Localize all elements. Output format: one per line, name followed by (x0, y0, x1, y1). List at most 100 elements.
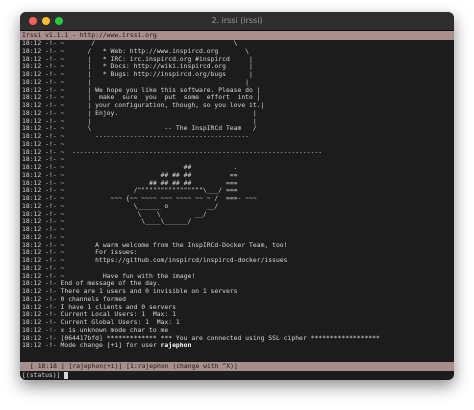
log-prefix: -!- (45, 319, 57, 326)
title-bar: 2. irssi (irssi) (20, 12, 454, 31)
log-message: ~ \______ o __/ (56, 202, 219, 210)
log-line: 18:12 -!- ~ https://github.com/inspircd/… (22, 257, 454, 265)
log-timestamp: 18:12 (22, 148, 42, 156)
log-timestamp: 18:12 (22, 171, 42, 179)
log-timestamp: 18:12 (22, 342, 42, 350)
log-message: ~ | * IRC: irc.inspircd.org #inspircd | (56, 55, 253, 63)
log-line: 18:12 -!- ~ ## ## ## ## === (22, 180, 454, 188)
log-message: ~ | Enjoy. | (56, 109, 257, 117)
log-prefix: -!- (45, 94, 57, 102)
log-line: 18:12 -!- ~ | * Docs: http://wiki.inspir… (22, 63, 454, 71)
log-prefix: -!- (45, 187, 57, 195)
log-message: ~ \ \ __/ (56, 210, 207, 218)
log-message: ~ | | (56, 117, 257, 125)
log-message: ~ --------------------------------------… (56, 148, 323, 156)
log-line: 18:12 -!- [064417bfd] ************* *** … (22, 335, 454, 343)
log-timestamp: 18:12 (22, 94, 42, 102)
log-line: 18:12 -!- ~ | make sure you put some eff… (22, 94, 454, 102)
nickname: rajephon (160, 342, 192, 350)
log-line: 18:12 -!- ~ | | (22, 79, 454, 87)
log-message: End of message of the day. (56, 280, 161, 288)
log-prefix: -!- (45, 295, 57, 303)
log-line: 18:12 -!- ~ ----------------------------… (22, 149, 454, 157)
log-prefix: -!- (45, 218, 57, 226)
log-line: 18:12 -!- ~ For issues: (22, 249, 454, 257)
log-message: 0 channels formed (56, 295, 126, 303)
log-timestamp: 18:12 (22, 109, 42, 117)
log-message: ~ (56, 226, 65, 233)
log-prefix: -!- (45, 47, 57, 55)
log-timestamp: 18:12 (22, 156, 42, 164)
log-line: 18:12 -!- I have 1 clients and 0 servers (22, 304, 454, 312)
log-line: 18:12 -!- ~ (22, 234, 454, 242)
log-prefix: -!- (45, 342, 57, 350)
log-prefix: -!- (45, 40, 57, 47)
log-message: ~ / * Web: http://www.inspircd.org \ (56, 47, 250, 55)
log-timestamp: 18:12 (22, 40, 42, 47)
message-log: 18:12 -!- ~ / \ 18:12 -!- ~ / * Web: http… (20, 40, 454, 350)
log-line: 18:12 -!- ~ \____\______/ (22, 218, 454, 226)
input-prompt: [(status)] (22, 371, 65, 379)
log-prefix: -!- (45, 210, 57, 218)
log-prefix: -!- (45, 148, 57, 156)
log-prefix: -!- (45, 249, 57, 257)
log-line: 18:12 -!- ~ \ -- The InspIRCd Team / (22, 125, 454, 133)
log-prefix: -!- (45, 71, 57, 78)
input-line[interactable]: [(status)] (20, 371, 454, 380)
terminal-content[interactable]: Irssi v1.1.1 - http://www.irssi.org 18:1… (20, 31, 454, 380)
log-prefix: -!- (45, 102, 57, 109)
log-message: x is unknown mode char to me (56, 326, 169, 334)
log-timestamp: 18:12 (22, 78, 42, 86)
log-message: ~ | * Docs: http://wiki.inspircd.org | (56, 63, 253, 71)
log-prefix: -!- (45, 164, 57, 171)
log-message: ~ ## ## ## == (56, 171, 238, 179)
log-line: 18:12 -!- ~ ## . (22, 164, 454, 172)
log-prefix: -!- (45, 326, 57, 334)
log-line: 18:12 -!- ~ (22, 156, 454, 164)
log-timestamp: 18:12 (22, 63, 42, 71)
log-message: ~ \ -- The InspIRCd Team / (56, 125, 257, 133)
log-message: ~ | make sure you put some effort into | (56, 94, 261, 102)
log-timestamp: 18:12 (22, 226, 42, 233)
log-prefix: -!- (45, 241, 57, 249)
log-timestamp: 18:12 (22, 133, 42, 140)
log-prefix: -!- (45, 195, 57, 202)
log-timestamp: 18:12 (22, 140, 42, 148)
log-message: ~ | We hope you like this software. Plea… (56, 86, 261, 94)
log-timestamp: 18:12 (22, 187, 42, 195)
log-prefix: -!- (45, 303, 57, 311)
log-line: 18:12 -!- There are 1 users and 0 invisi… (22, 288, 454, 296)
log-timestamp: 18:12 (22, 102, 42, 109)
log-line: 18:12 -!- ~ / \ (22, 40, 454, 48)
log-prefix: -!- (45, 125, 57, 133)
log-line: 18:12 -!- ~ \ \ __/ (22, 211, 454, 219)
log-line: 18:12 -!- Current Global Users: 1 Max: 1 (22, 319, 454, 327)
log-message: Current Local Users: 1 Max: 1 (56, 311, 176, 319)
log-message: ~ | your configuration, though, so you l… (56, 102, 265, 109)
log-prefix: -!- (45, 179, 57, 187)
log-prefix: -!- (45, 334, 57, 342)
log-message: ~ A warm welcome from the InspIRCd-Docke… (56, 241, 288, 249)
log-prefix: -!- (45, 63, 57, 71)
log-message: ~ | | (56, 78, 250, 86)
log-prefix: -!- (45, 288, 57, 295)
log-message: There are 1 users and 0 invisible on 1 s… (56, 288, 238, 295)
log-message: Current Global Users: 1 Max: 1 (56, 319, 180, 326)
log-line: 18:12 -!- ~ Have fun with the image! (22, 273, 454, 281)
log-prefix: -!- (45, 171, 57, 179)
log-message: ~ ~~~ {~~ ~~~~ ~~~ ~~~~ ~~ ~ / ===- ~~~ (56, 195, 257, 202)
log-timestamp: 18:12 (22, 125, 42, 133)
log-message: ~ For issues: (56, 249, 138, 257)
log-message: ~ / \ (56, 40, 238, 47)
log-message: ~ https://github.com/inspircd/inspircd-d… (56, 257, 288, 264)
log-prefix: -!- (45, 117, 57, 125)
log-message: Mode change [+i] for user (56, 342, 161, 350)
log-timestamp: 18:12 (22, 179, 42, 187)
log-line: 18:12 -!- Mode change [+i] for user raje… (22, 342, 454, 350)
topic-bar: Irssi v1.1.1 - http://www.irssi.org (20, 31, 454, 40)
log-timestamp: 18:12 (22, 326, 42, 334)
log-message: ~ Have fun with the image! (56, 272, 196, 280)
log-line: 18:12 -!- ~ / * Web: http://www.inspircd… (22, 48, 454, 56)
log-message: [064417bfd] ************* *** You are co… (56, 334, 380, 342)
log-prefix: -!- (45, 140, 57, 148)
